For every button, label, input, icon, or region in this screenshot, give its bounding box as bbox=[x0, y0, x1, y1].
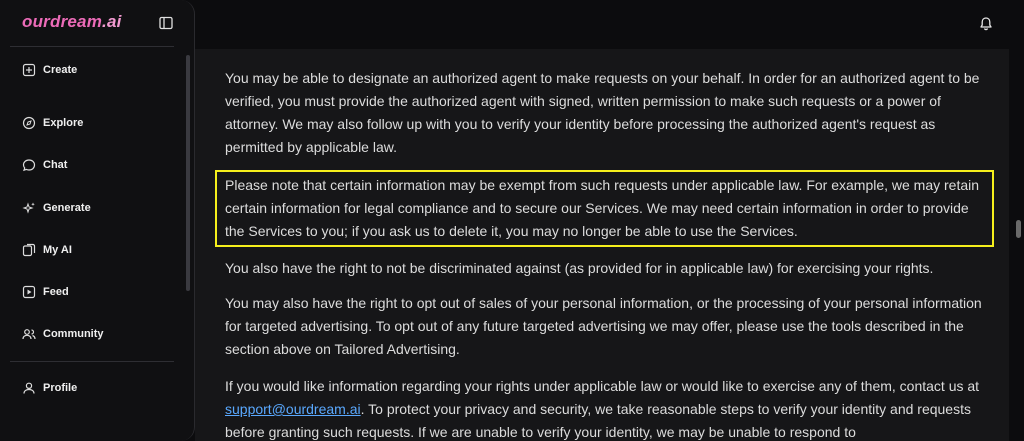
support-email-link[interactable]: support@ourdream.ai bbox=[225, 401, 361, 417]
sidebar-divider bbox=[10, 46, 174, 47]
compass-icon bbox=[22, 116, 36, 130]
logo-main: ourdream bbox=[22, 12, 103, 31]
sparkles-icon bbox=[22, 201, 36, 215]
notifications-button[interactable] bbox=[978, 16, 994, 32]
paragraph-non-discrimination: You also have the right to not be discri… bbox=[225, 260, 934, 276]
sidebar-item-label: Generate bbox=[43, 202, 91, 214]
sidebar-item-feed[interactable]: Feed bbox=[22, 282, 69, 302]
sidebar-item-label: Community bbox=[43, 328, 104, 340]
user-icon bbox=[22, 381, 36, 395]
main-scrollbar[interactable] bbox=[1016, 220, 1021, 238]
plus-square-icon bbox=[22, 63, 36, 77]
sidebar-item-my-ai[interactable]: My AI bbox=[22, 240, 72, 260]
logo[interactable]: ourdream.ai bbox=[22, 12, 122, 32]
bell-icon bbox=[980, 17, 992, 31]
contact-text-start: If you would like information regarding … bbox=[225, 378, 980, 394]
sidebar-item-create[interactable]: Create bbox=[22, 60, 77, 80]
sidebar-item-label: Feed bbox=[43, 286, 69, 298]
users-icon bbox=[22, 327, 36, 341]
sidebar-item-chat[interactable]: Chat bbox=[22, 155, 67, 175]
sidebar-item-generate[interactable]: Generate bbox=[22, 198, 91, 218]
sidebar-item-profile[interactable]: Profile bbox=[22, 378, 77, 398]
sidebar-item-label: Profile bbox=[43, 382, 78, 394]
paragraph-authorized-agent: You may be able to designate an authoriz… bbox=[225, 70, 980, 155]
sidebar-item-label: My AI bbox=[43, 244, 72, 256]
sidebar-scrollbar[interactable] bbox=[186, 55, 190, 291]
paragraph-opt-out: You may also have the right to opt out o… bbox=[225, 295, 982, 357]
main-content: You may be able to designate an authoriz… bbox=[195, 49, 1009, 441]
sidebar-item-label: Create bbox=[43, 64, 78, 76]
play-square-icon bbox=[22, 285, 36, 299]
sidebar-item-label: Explore bbox=[43, 117, 84, 129]
sidebar: ourdream.ai Create Explore Chat Generate bbox=[0, 0, 195, 441]
sidebar-divider bbox=[10, 361, 174, 362]
sidebar-item-label: Chat bbox=[43, 159, 68, 171]
paragraph-contact: If you would like information regarding … bbox=[225, 375, 987, 441]
paragraph-exempt-information: Please note that certain information may… bbox=[225, 177, 980, 239]
chat-bubble-icon bbox=[22, 158, 36, 172]
top-bar bbox=[195, 0, 1024, 49]
sidebar-toggle-button[interactable] bbox=[158, 15, 174, 31]
sidebar-panel-icon bbox=[159, 16, 173, 30]
sidebar-item-community[interactable]: Community bbox=[22, 324, 104, 344]
cards-icon bbox=[22, 243, 36, 257]
logo-ext: .ai bbox=[102, 12, 122, 31]
sidebar-item-explore[interactable]: Explore bbox=[22, 113, 83, 133]
